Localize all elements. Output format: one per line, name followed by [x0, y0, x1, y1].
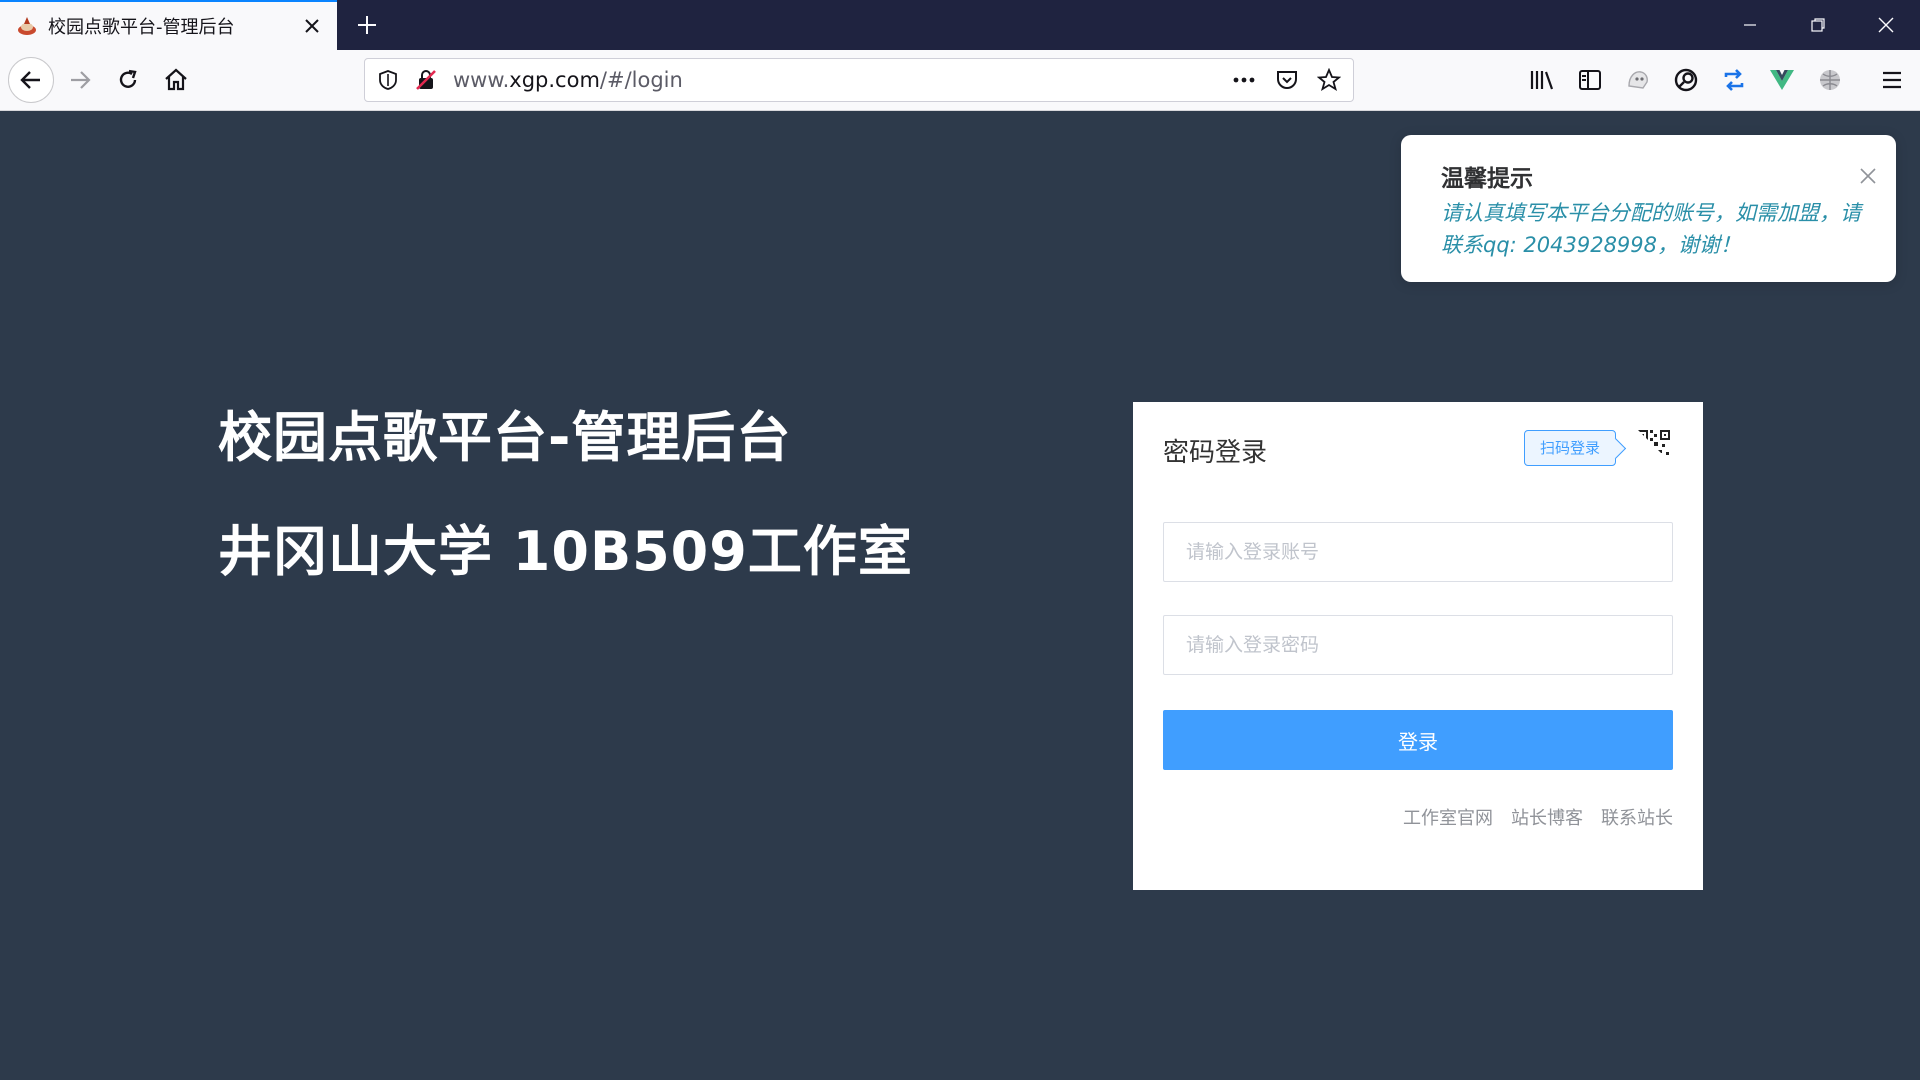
- tab-strip: 校园点歌平台-管理后台: [0, 0, 1920, 50]
- qr-code-icon[interactable]: [1636, 428, 1674, 466]
- qr-login-tag[interactable]: 扫码登录: [1524, 430, 1616, 466]
- page-actions-icon[interactable]: [1231, 69, 1257, 95]
- sidebar-icon[interactable]: [1570, 60, 1610, 100]
- navigation-toolbar: www.xgp.com/#/login: [0, 50, 1920, 111]
- back-arrow-icon[interactable]: [8, 57, 54, 103]
- login-card: 密码登录 扫码登录 登录 工作室官网 站长博客: [1133, 402, 1703, 890]
- tab-title: 校园点歌平台-管理后台: [48, 17, 235, 38]
- new-tab-icon[interactable]: [347, 5, 387, 45]
- extension-link-icon[interactable]: [1666, 60, 1706, 100]
- extension-sync-icon[interactable]: [1714, 60, 1754, 100]
- extension-globe-icon[interactable]: [1810, 60, 1850, 100]
- site-favicon-icon: [18, 17, 36, 35]
- url-host: xgp.com: [509, 68, 600, 92]
- notice-title: 温馨提示: [1441, 166, 1533, 192]
- account-input[interactable]: [1163, 522, 1673, 582]
- pocket-icon[interactable]: [1275, 69, 1299, 95]
- forward-arrow-icon[interactable]: [60, 60, 100, 100]
- contact-admin-link[interactable]: 联系站长: [1601, 804, 1673, 830]
- hero-subtitle: 井冈山大学 10B509工作室: [218, 520, 913, 583]
- bookmark-star-icon[interactable]: [1316, 67, 1342, 96]
- notice-message: 请认真填写本平台分配的账号，如需加盟，请联系qq: 2043928998，谢谢！: [1441, 201, 1861, 257]
- minimize-icon[interactable]: [1716, 0, 1784, 50]
- shield-icon[interactable]: [377, 69, 399, 95]
- admin-blog-link[interactable]: 站长博客: [1511, 804, 1583, 830]
- close-window-icon[interactable]: [1852, 0, 1920, 50]
- vue-devtools-icon[interactable]: [1762, 60, 1802, 100]
- url-prefix: www.: [453, 68, 510, 92]
- active-tab[interactable]: 校园点歌平台-管理后台: [0, 0, 337, 50]
- hero-title: 校园点歌平台-管理后台: [218, 406, 792, 469]
- hamburger-menu-icon[interactable]: [1872, 60, 1912, 100]
- password-input[interactable]: [1163, 615, 1673, 675]
- reload-icon[interactable]: [108, 60, 148, 100]
- home-icon[interactable]: [156, 60, 196, 100]
- library-icon[interactable]: [1522, 60, 1562, 100]
- close-tab-icon[interactable]: [297, 11, 327, 41]
- extension-ghost-icon[interactable]: [1618, 60, 1658, 100]
- login-page: 校园点歌平台-管理后台 井冈山大学 10B509工作室 密码登录 扫码登录 请输…: [0, 111, 1920, 1080]
- url-text: www.xgp.com/#/login: [453, 59, 683, 101]
- studio-website-link[interactable]: 工作室官网: [1403, 804, 1493, 830]
- url-path: /#/login: [599, 68, 683, 92]
- login-button[interactable]: 登录: [1163, 710, 1673, 770]
- address-bar[interactable]: www.xgp.com/#/login: [364, 58, 1354, 102]
- login-heading: 密码登录: [1163, 438, 1268, 468]
- insecure-lock-icon[interactable]: [415, 69, 437, 95]
- restore-icon[interactable]: [1784, 0, 1852, 50]
- footer-links: 工作室官网 站长博客 联系站长: [1403, 804, 1673, 830]
- close-icon[interactable]: [1853, 161, 1883, 191]
- notification-popup: 温馨提示 请认真填写本平台分配的账号，如需加盟，请联系qq: 204392899…: [1401, 135, 1896, 282]
